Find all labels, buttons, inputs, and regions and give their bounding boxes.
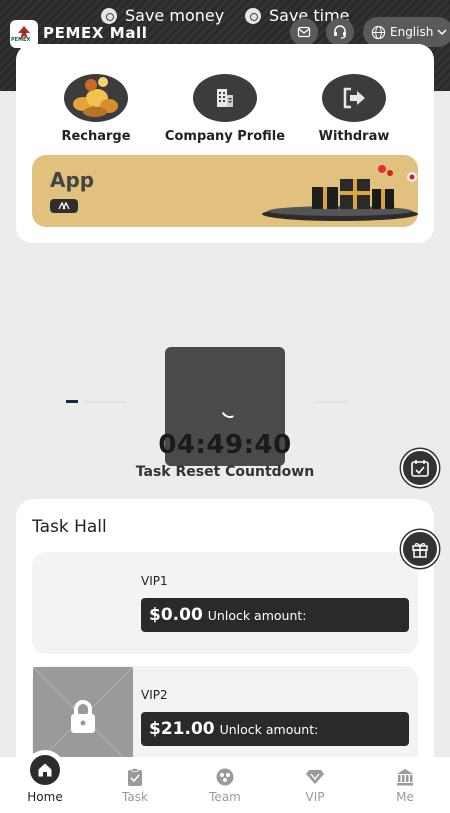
withdraw-label: Withdraw: [318, 129, 390, 144]
app-name: PEMEX Mall: [43, 24, 148, 42]
gift-icon: [412, 543, 428, 558]
vip-card[interactable]: VIP1 $0.00 Unlock amount:: [32, 552, 418, 654]
banner-go-button[interactable]: [50, 199, 78, 213]
building-icon: [193, 74, 257, 122]
unlock-amount-bar: $0.00 Unlock amount:: [141, 598, 409, 632]
unlock-label: Unlock amount:: [219, 721, 319, 737]
gold-coins-icon: [64, 74, 128, 122]
recharge-button[interactable]: Recharge: [31, 74, 161, 144]
gift-boxes-illustration: [262, 165, 418, 221]
task-hall-title: Task Hall: [32, 517, 107, 537]
double-chevron-icon: [58, 202, 70, 210]
message-button[interactable]: [290, 18, 318, 46]
carousel-indicator-active: [66, 400, 78, 403]
gift-button[interactable]: [401, 530, 439, 568]
home-icon[interactable]: [30, 755, 60, 785]
bottom-tab-bar: Home Task Team VIP Me: [0, 757, 450, 813]
chevron-down-icon: [437, 29, 447, 36]
team-icon: [215, 767, 235, 787]
tab-team[interactable]: Team: [180, 767, 270, 804]
vip-level: VIP1: [141, 574, 168, 588]
vip-card[interactable]: VIP2 $21.00 Unlock amount:: [32, 666, 418, 768]
globe-icon: [371, 25, 386, 39]
company-profile-button[interactable]: Company Profile: [160, 74, 290, 144]
tab-team-label: Team: [209, 790, 241, 804]
countdown-timer: 04:49:40: [158, 430, 292, 460]
exit-arrow-icon: [322, 74, 386, 122]
countdown-label: Task Reset Countdown: [135, 464, 315, 480]
tab-me-label: Me: [396, 790, 414, 804]
tab-task[interactable]: Task: [90, 767, 180, 804]
unlock-amount: $0.00: [149, 605, 203, 625]
app-download-banner[interactable]: App: [32, 155, 418, 227]
vip-level: VIP2: [141, 688, 168, 702]
language-selector[interactable]: English: [363, 17, 450, 47]
carousel-indicator: [84, 401, 126, 403]
customer-service-button[interactable]: [326, 18, 354, 46]
tab-vip[interactable]: VIP: [270, 767, 360, 804]
logo-text: PEMEX: [11, 37, 31, 43]
tab-vip-label: VIP: [305, 790, 325, 804]
headset-icon: [334, 25, 346, 39]
tab-me[interactable]: Me: [360, 767, 450, 804]
tab-task-label: Task: [122, 790, 148, 804]
mail-icon: [297, 26, 311, 38]
withdraw-button[interactable]: Withdraw: [289, 74, 419, 144]
tab-home-label: Home: [27, 790, 63, 804]
unlock-amount-bar: $21.00 Unlock amount:: [141, 712, 409, 746]
carousel-indicator: [318, 401, 348, 403]
recharge-label: Recharge: [61, 129, 131, 144]
quick-actions-card: Recharge Company Profile Withdraw App: [16, 44, 434, 243]
lock-icon: [71, 700, 95, 733]
diamond-icon: [305, 767, 325, 787]
check-in-button[interactable]: [401, 449, 439, 487]
unlock-label: Unlock amount:: [207, 607, 307, 623]
company-profile-label: Company Profile: [164, 129, 286, 144]
banner-title: App: [50, 168, 95, 192]
calendar-check-icon: [411, 460, 429, 477]
unlock-amount: $21.00: [149, 719, 215, 739]
clipboard-check-icon: [125, 767, 145, 787]
language-label: English: [390, 25, 434, 39]
bank-icon: [395, 767, 415, 787]
